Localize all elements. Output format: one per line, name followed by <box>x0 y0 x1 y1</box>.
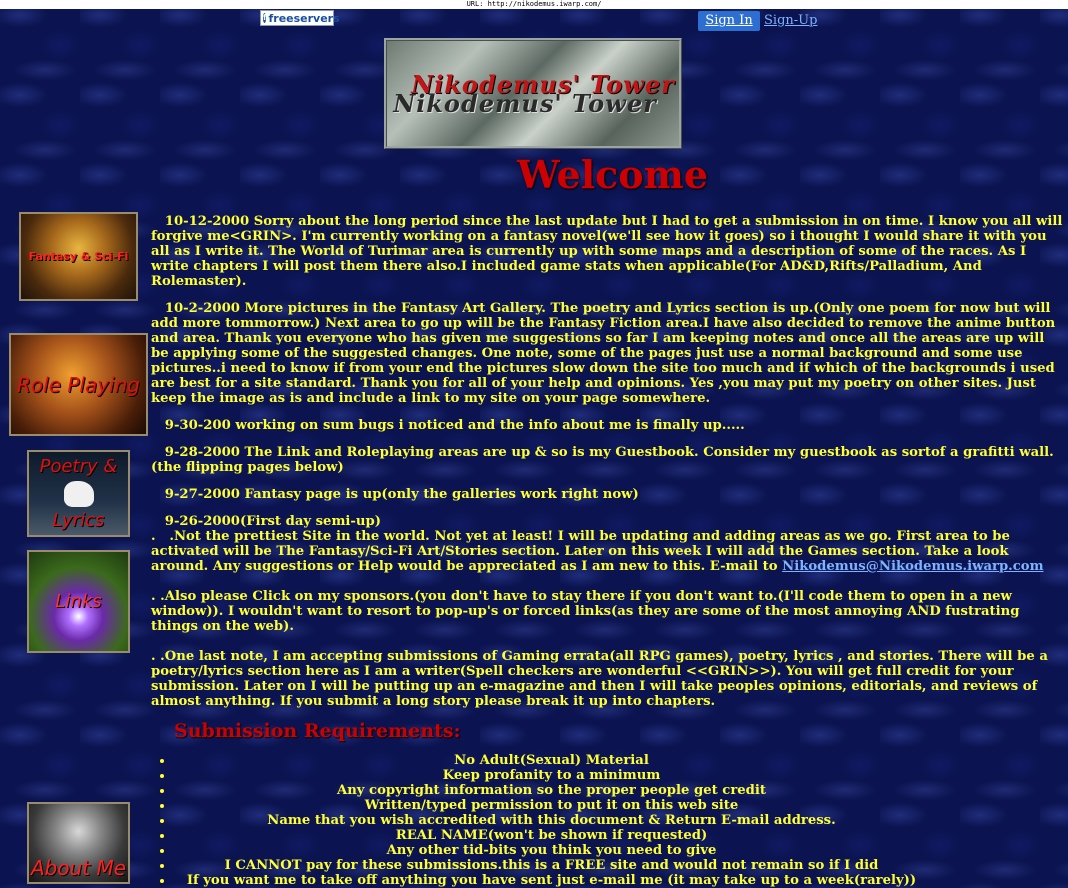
updates-content: 10-12-2000 Sorry about the long period s… <box>151 214 1063 721</box>
update-entry: 10-12-2000 Sorry about the long period s… <box>151 214 1063 289</box>
sign-in-button[interactable]: Sign In <box>698 11 760 31</box>
welcome-heading: Welcome <box>516 152 709 197</box>
sponsors-note: . .Also please Click on my sponsors.(you… <box>151 589 1020 634</box>
freeservers-logo-text: freeservers <box>268 11 340 25</box>
update-entry: 9-30-200 working on sum bugs i noticed a… <box>151 418 745 433</box>
nav-links-label: Links <box>55 591 102 612</box>
nav-role-label: Role Playing <box>17 372 140 397</box>
requirement-item: No Adult(Sexual) Material <box>174 753 929 768</box>
nav-about-label: About Me <box>30 856 127 880</box>
nav-fantasy-scifi[interactable]: Fantasy & Sci-Fi <box>19 212 138 301</box>
requirement-item: REAL NAME(won't be shown if requested) <box>174 828 929 843</box>
requirement-item: I CANNOT pay for these submissions.this … <box>174 858 929 873</box>
url-bar: URL: http://nikodemus.iwarp.com/ <box>0 0 1068 9</box>
freeservers-icon: f <box>263 13 267 23</box>
site-banner: Nikodemus' Tower Nikodemus' Tower <box>384 38 682 149</box>
banner-title-dark: Nikodemus' Tower <box>393 88 657 118</box>
nav-fantasy-label: Fantasy & Sci-Fi <box>28 250 129 263</box>
requirement-item: Any copyright information so the proper … <box>174 783 929 798</box>
sign-up-link[interactable]: Sign-Up <box>764 12 817 30</box>
requirement-item: Keep profanity to a minimum <box>174 768 929 783</box>
first-day-entry: 9-26-2000(First day semi-up) . .Not the … <box>151 514 1063 574</box>
nav-about-me[interactable]: About Me <box>27 802 130 884</box>
update-entry: 10-2-2000 More pictures in the Fantasy A… <box>151 301 1056 406</box>
requirement-item: Any other tid-bits you think you need to… <box>174 843 929 858</box>
requirements-list: No Adult(Sexual) Material Keep profanity… <box>150 753 929 888</box>
update-entry: 9-28-2000 The Link and Roleplaying areas… <box>151 445 1054 475</box>
first-day-heading: 9-26-2000(First day semi-up) <box>151 514 381 529</box>
update-entry: 9-27-2000 Fantasy page is up(only the ga… <box>151 487 639 502</box>
unicorn-icon <box>63 480 94 507</box>
nav-links[interactable]: Links <box>27 550 130 653</box>
email-link[interactable]: Nikodemus@Nikodemus.iwarp.com <box>782 559 1043 574</box>
submissions-note: . .One last note, I am accepting submiss… <box>151 649 1048 709</box>
requirement-item: Written/typed permission to put it on th… <box>174 798 929 813</box>
freeservers-logo[interactable]: f freeservers <box>260 10 340 26</box>
nav-poetry-label-2: Lyrics <box>52 509 105 531</box>
nav-poetry-label-1: Poetry & <box>39 455 118 477</box>
nav-poetry-lyrics[interactable]: Poetry & Lyrics <box>27 450 130 537</box>
nav-role-playing[interactable]: Role Playing <box>9 333 148 436</box>
requirement-item: Name that you wish accredited with this … <box>174 813 929 828</box>
requirements-title: Submission Requirements: <box>174 720 461 742</box>
requirement-item: If you want me to take off anything you … <box>174 873 929 888</box>
